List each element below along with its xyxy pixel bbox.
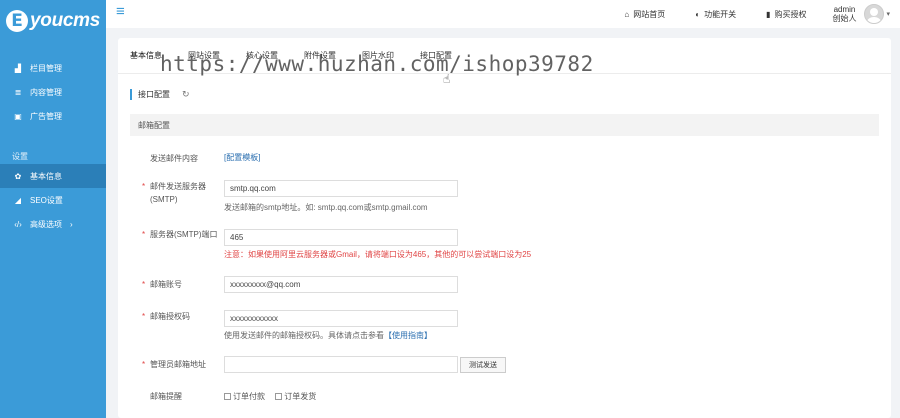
- list-icon: ≣: [14, 87, 22, 97]
- tab-watermark[interactable]: 图片水印: [362, 50, 394, 61]
- sidebar-item-advanced[interactable]: ‹/› 高级选项 ›: [0, 212, 106, 236]
- auth-code-hint: 使用发送邮件的邮箱授权码。具体请点击参看【使用指南】: [224, 331, 432, 340]
- mail-account-label: * 邮箱账号: [142, 280, 182, 289]
- caret-down-icon: ▾: [886, 11, 890, 18]
- bookmark-icon: ▮: [766, 9, 771, 19]
- row-smtp-server: * 邮件发送服务器(SMTP) smtp.qq.com 发送邮箱的smtp地址。如…: [130, 180, 880, 220]
- home-link[interactable]: ⌂ 网站首页: [624, 9, 665, 20]
- checkbox-box: [224, 393, 231, 400]
- admin-role: 创始人: [832, 14, 857, 23]
- required-star: *: [142, 312, 146, 321]
- tab-basic-info[interactable]: 基本信息: [130, 50, 162, 61]
- gear-icon: ✿: [14, 171, 22, 181]
- home-icon: ⌂: [624, 9, 630, 19]
- reminder-options: 订单付款 订单发货: [224, 391, 324, 402]
- config-template-link[interactable]: [配置模板]: [224, 152, 260, 163]
- code-icon: ‹/›: [14, 219, 22, 229]
- sub-tab-interface-config[interactable]: 接口配置: [130, 88, 170, 100]
- admin-info: admin 创始人: [832, 5, 856, 23]
- smtp-server-hint: 发送邮箱的smtp地址。如: smtp.qq.com或smtp.gmail.co…: [224, 203, 428, 212]
- sidebar-item-ads[interactable]: ▣ 广告管理: [0, 104, 106, 128]
- mail-account-input[interactable]: xxxxxxxxx@qq.com: [224, 276, 458, 293]
- sidebar: E youcms ▟ 栏目管理 ≣ 内容管理 ▣ 广告管理 设置 ✿ 基本信息 …: [0, 0, 106, 418]
- hand-cursor-icon: ☝: [443, 72, 451, 86]
- toggle-icon: ◐: [695, 9, 701, 19]
- column-icon: ▟: [14, 63, 22, 73]
- image-icon: ▣: [14, 111, 22, 121]
- sidebar-item-label: 高级选项: [30, 219, 62, 229]
- sidebar-section-settings: 设置: [12, 152, 28, 161]
- mail-reminder-label: 邮箱提醒: [150, 392, 182, 401]
- order-shipped-checkbox[interactable]: 订单发货: [275, 391, 316, 402]
- sub-tab-bar: 接口配置 ↻: [118, 74, 891, 114]
- row-admin-email: * 管理员邮箱地址 测试发送: [130, 356, 880, 376]
- smtp-port-label: * 服务器(SMTP)端口: [142, 230, 218, 239]
- admin-menu[interactable]: admin 创始人 ▾: [832, 4, 890, 24]
- required-star: *: [142, 280, 146, 289]
- sidebar-item-label: 栏目管理: [30, 63, 62, 73]
- settings-card: 基本信息 网站设置 核心设置 附件设置 图片水印 接口配置 https://ww…: [118, 38, 891, 418]
- tab-site-settings[interactable]: 网站设置: [188, 50, 220, 61]
- home-link-label: 网站首页: [633, 9, 666, 19]
- refresh-icon[interactable]: ↻: [182, 89, 190, 100]
- required-star: *: [142, 360, 146, 369]
- smtp-port-input[interactable]: 465: [224, 229, 458, 246]
- tab-attachment-settings[interactable]: 附件设置: [304, 50, 336, 61]
- tab-core-settings[interactable]: 核心设置: [246, 50, 278, 61]
- top-links: ⌂ 网站首页 ◐ 功能开关 ▮ 购买授权 admin 创始人 ▾: [594, 0, 890, 28]
- admin-email-label: * 管理员邮箱地址: [142, 360, 206, 369]
- auth-code-label: * 邮箱授权码: [142, 312, 190, 321]
- sidebar-item-label: 广告管理: [30, 111, 62, 121]
- smtp-port-warning: 注意：如果使用阿里云服务器或Gmail，请将端口设为465，其他的可以尝试端口设…: [224, 250, 532, 259]
- auth-code-input[interactable]: xxxxxxxxxxxx: [224, 310, 458, 327]
- feature-switch-link[interactable]: ◐ 功能开关: [695, 9, 736, 20]
- order-paid-checkbox[interactable]: 订单付款: [224, 391, 265, 402]
- required-star: *: [142, 230, 146, 239]
- usage-guide-link[interactable]: 【使用指南】: [384, 331, 432, 340]
- admin-name: admin: [833, 5, 856, 14]
- sidebar-item-label: 内容管理: [30, 87, 62, 97]
- logo[interactable]: E youcms: [0, 0, 106, 42]
- mail-template-label: 发送邮件内容: [150, 154, 198, 163]
- sidebar-item-label: SEO设置: [30, 195, 63, 205]
- settings-tabs: 基本信息 网站设置 核心设置 附件设置 图片水印 接口配置: [118, 38, 891, 74]
- sidebar-item-label: 基本信息: [30, 171, 62, 181]
- row-smtp-port: * 服务器(SMTP)端口 465 注意：如果使用阿里云服务器或Gmail，请将端…: [130, 228, 880, 268]
- row-mail-account: * 邮箱账号 xxxxxxxxx@qq.com: [130, 276, 880, 296]
- buy-license-label: 购买授权: [774, 9, 807, 19]
- send-icon: ◢: [14, 195, 22, 205]
- sidebar-item-content[interactable]: ≣ 内容管理: [0, 80, 106, 104]
- required-star: *: [142, 182, 146, 191]
- tab-interface-config[interactable]: 接口配置: [420, 50, 452, 61]
- row-mail-reminder: 邮箱提醒 订单付款 订单发货: [130, 390, 880, 404]
- logo-text: youcms: [30, 10, 101, 31]
- row-auth-code: * 邮箱授权码 xxxxxxxxxxxx 使用发送邮件的邮箱授权码。具体请点击参看…: [130, 310, 880, 346]
- test-send-button[interactable]: 测试发送: [460, 357, 506, 373]
- row-mail-template: 发送邮件内容 [配置模板]: [130, 152, 880, 168]
- buy-license-link[interactable]: ▮ 购买授权: [766, 9, 806, 20]
- checkbox-box: [275, 393, 283, 400]
- sidebar-item-columns[interactable]: ▟ 栏目管理: [0, 56, 106, 80]
- logo-mark: E: [6, 10, 28, 32]
- feature-switch-label: 功能开关: [704, 9, 737, 19]
- menu-toggle-icon[interactable]: ≡: [116, 3, 125, 20]
- admin-email-input[interactable]: [224, 356, 458, 373]
- smtp-server-label: * 邮件发送服务器(SMTP): [142, 182, 206, 204]
- sidebar-nav: ▟ 栏目管理 ≣ 内容管理 ▣ 广告管理 设置 ✿ 基本信息 ◢ SEO设置 ‹…: [0, 56, 106, 236]
- sidebar-item-seo[interactable]: ◢ SEO设置: [0, 188, 106, 212]
- section-title: 邮箱配置: [130, 114, 879, 136]
- avatar[interactable]: [864, 4, 885, 24]
- smtp-server-input[interactable]: smtp.qq.com: [224, 180, 458, 197]
- top-bar: ≡ ⌂ 网站首页 ◐ 功能开关 ▮ 购买授权 admin 创始人 ▾: [106, 0, 900, 28]
- chevron-right-icon: ›: [70, 219, 73, 229]
- sidebar-item-basic-info[interactable]: ✿ 基本信息: [0, 164, 106, 188]
